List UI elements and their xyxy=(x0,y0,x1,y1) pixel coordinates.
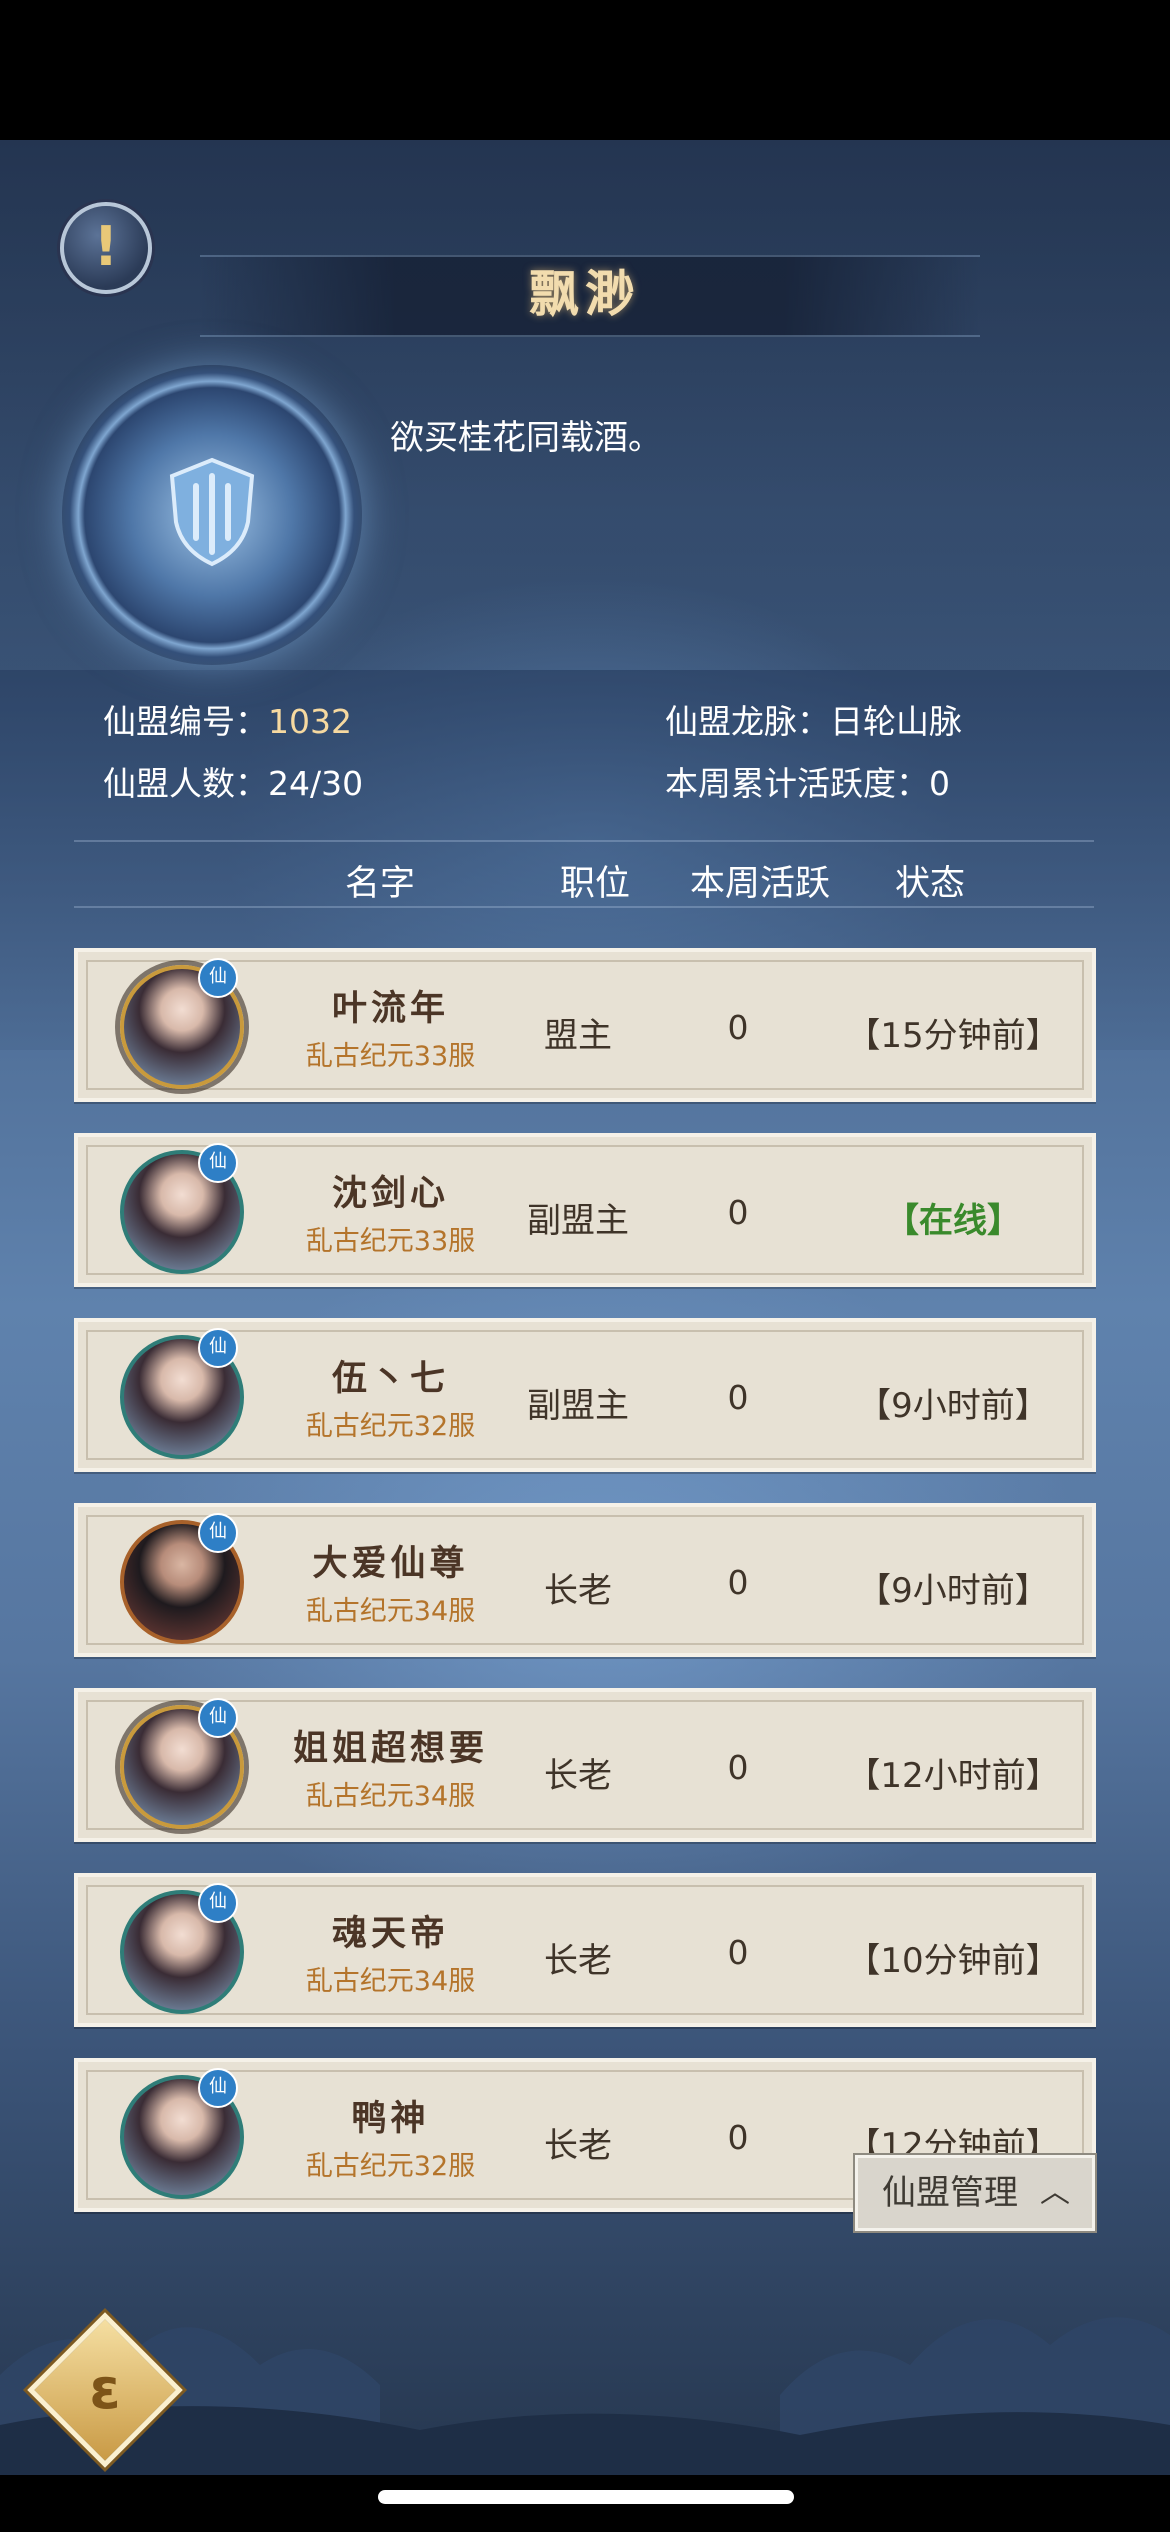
guild-members: 仙盟人数：24/30 xyxy=(103,764,364,803)
header-status: 状态 xyxy=(894,864,965,904)
guild-members-value: 24/30 xyxy=(268,764,364,803)
member-server: 乱古纪元34服 xyxy=(305,1781,476,1812)
member-activity: 0 xyxy=(727,1563,749,1602)
info-icon: ! xyxy=(93,215,119,278)
member-server: 乱古纪元32服 xyxy=(305,1411,476,1442)
guild-vein-value: 日轮山脉 xyxy=(830,702,962,741)
member-activity: 0 xyxy=(727,1008,749,1047)
member-role: 长老 xyxy=(544,1756,612,1796)
shield-emblem-icon xyxy=(169,457,255,567)
back-swirl-icon: ε xyxy=(89,2357,121,2422)
guild-manage-label: 仙盟管理 xyxy=(882,2173,1018,2213)
immortal-badge-icon: 仙 xyxy=(198,1143,238,1183)
guild-motto: 欲买桂花同载酒。 xyxy=(390,418,662,458)
immortal-badge-icon: 仙 xyxy=(198,2068,238,2108)
member-activity: 0 xyxy=(727,2118,749,2157)
member-name: 伍丶七 xyxy=(331,1358,449,1399)
member-server: 乱古纪元33服 xyxy=(305,1041,476,1072)
home-indicator[interactable] xyxy=(378,2490,794,2504)
member-row[interactable]: 仙魂天帝乱古纪元34服 长老 0 【10分钟前】 xyxy=(74,1873,1096,2027)
member-row[interactable]: 仙姐姐超想要乱古纪元34服 长老 0 【12小时前】 xyxy=(74,1688,1096,1842)
guild-name: 飘渺 xyxy=(529,264,641,323)
member-row[interactable]: 仙叶流年乱古纪元33服 盟主 0 【15分钟前】 xyxy=(74,948,1096,1102)
member-activity: 0 xyxy=(727,1748,749,1787)
guild-weekly-activity: 本周累计活跃度：0 xyxy=(665,764,950,803)
immortal-badge-icon: 仙 xyxy=(198,958,238,998)
member-status: 【9小时前】 xyxy=(857,1571,1049,1611)
member-name: 魂天帝 xyxy=(331,1913,449,1954)
member-activity: 0 xyxy=(727,1933,749,1972)
guild-manage-button[interactable]: 仙盟管理 ︿ xyxy=(855,2155,1095,2231)
member-status: 【在线】 xyxy=(885,1201,1021,1241)
member-server: 乱古纪元34服 xyxy=(305,1596,476,1627)
immortal-badge-icon: 仙 xyxy=(198,1883,238,1923)
guild-id-value: 1032 xyxy=(268,702,352,741)
member-name: 大爱仙尊 xyxy=(312,1543,469,1584)
guild-panel: 飘渺 ! 欲买桂花同载酒。 仙盟编号：1032 仙盟人数：24/30 仙盟龙脉：… xyxy=(0,140,1170,2475)
member-server: 乱古纪元33服 xyxy=(305,1226,476,1257)
member-status: 【10分钟前】 xyxy=(846,1941,1060,1981)
member-name: 沈剑心 xyxy=(331,1173,449,1214)
member-server: 乱古纪元32服 xyxy=(305,2151,476,2182)
member-status: 【12小时前】 xyxy=(846,1756,1060,1796)
member-row[interactable]: 仙沈剑心乱古纪元33服 副盟主 0 【在线】 xyxy=(74,1133,1096,1287)
member-role: 盟主 xyxy=(544,1016,612,1056)
guild-vein: 仙盟龙脉：日轮山脉 xyxy=(665,702,962,741)
member-role: 长老 xyxy=(544,1941,612,1981)
member-row[interactable]: 仙伍丶七乱古纪元32服 副盟主 0 【9小时前】 xyxy=(74,1318,1096,1472)
member-status: 【9小时前】 xyxy=(857,1386,1049,1426)
header-activity: 本周活跃 xyxy=(689,864,830,904)
member-role: 副盟主 xyxy=(527,1201,629,1241)
guild-weekly-activity-value: 0 xyxy=(929,764,950,803)
member-name: 鸭神 xyxy=(351,2098,430,2139)
member-activity: 0 xyxy=(727,1193,749,1232)
member-activity: 0 xyxy=(727,1378,749,1417)
member-server: 乱古纪元34服 xyxy=(305,1966,476,1997)
immortal-badge-icon: 仙 xyxy=(198,1698,238,1738)
cloud-decoration xyxy=(0,2317,1170,2475)
chevron-up-icon: ︿ xyxy=(1040,2175,1070,2210)
immortal-badge-icon: 仙 xyxy=(198,1513,238,1553)
member-role: 长老 xyxy=(544,2126,612,2166)
member-status: 【15分钟前】 xyxy=(846,1016,1060,1056)
info-button[interactable]: ! xyxy=(60,202,152,294)
guild-id: 仙盟编号：1032 xyxy=(103,702,352,741)
header-name: 名字 xyxy=(344,864,415,904)
member-role: 副盟主 xyxy=(527,1386,629,1426)
member-row[interactable]: 仙大爱仙尊乱古纪元34服 长老 0 【9小时前】 xyxy=(74,1503,1096,1657)
member-name: 姐姐超想要 xyxy=(292,1728,488,1769)
immortal-badge-icon: 仙 xyxy=(198,1328,238,1368)
member-role: 长老 xyxy=(544,1571,612,1611)
header-role: 职位 xyxy=(559,864,630,904)
member-name: 叶流年 xyxy=(331,988,449,1029)
